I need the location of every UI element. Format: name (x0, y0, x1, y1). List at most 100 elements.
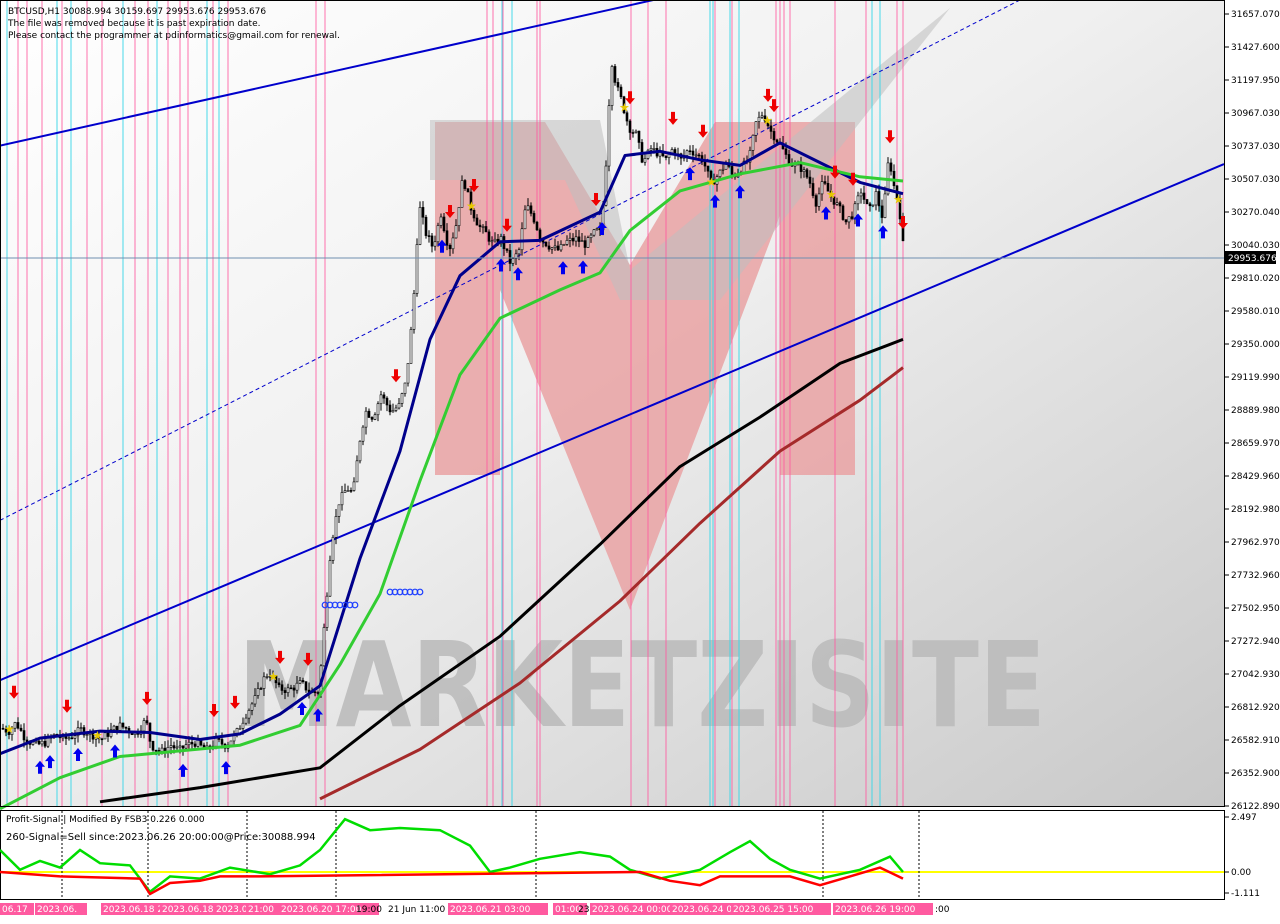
signal-star-icon: ★ (619, 101, 630, 115)
indicator-tick-label: -1.111 (1231, 889, 1260, 899)
candle-body (280, 684, 284, 691)
expiry-notice-1: The file was removed because it is past … (7, 19, 260, 29)
signal-star-icon: ★ (268, 669, 279, 683)
candle-body (355, 460, 359, 483)
signal-star-icon: ★ (893, 192, 904, 206)
candle-body (688, 150, 692, 153)
price-tick-label: 28429.960 (1231, 472, 1280, 482)
candle-body (37, 740, 41, 745)
time-axis-label: 2023.06.26 19:00 (835, 905, 916, 915)
candle-body (556, 245, 560, 251)
price-tick-label: 30507.030 (1231, 175, 1280, 185)
candle-body (337, 504, 341, 517)
candle-body (388, 404, 392, 413)
candle-body (463, 180, 467, 189)
candle-body (253, 695, 257, 705)
candle-body (775, 139, 779, 143)
time-axis-label: 2023.06.25 15:00 (733, 905, 814, 915)
candle-body (346, 490, 350, 492)
candle-body (403, 382, 407, 394)
candle-body (145, 720, 149, 724)
candle-body (841, 205, 845, 220)
signal-star-icon: ★ (826, 188, 837, 202)
candle-body (394, 407, 398, 411)
candle-body (289, 687, 293, 690)
candle-body (643, 158, 647, 163)
candle-body (361, 426, 365, 442)
candle-body (379, 394, 383, 405)
candle-body (823, 181, 827, 184)
price-tick-label: 27042.930 (1231, 670, 1280, 680)
price-tick-label: 30270.040 (1231, 208, 1280, 218)
candle-body (697, 154, 701, 157)
candle-body (838, 202, 842, 207)
price-tick-label: 29580.010 (1231, 307, 1280, 317)
candle-body (16, 722, 20, 729)
candle-body (439, 216, 443, 226)
candle-body (292, 687, 296, 691)
candle-body (349, 490, 353, 492)
candle-body (364, 410, 368, 428)
candle-body (757, 116, 761, 122)
candle-body (664, 155, 668, 158)
candle-body (79, 727, 83, 729)
indicator-title: Profit-Signal | Modified By FSB3 0.226 0… (6, 815, 205, 825)
candle-body (247, 710, 251, 719)
candle-body (847, 216, 851, 223)
candle-body (487, 231, 491, 242)
price-tick-label: 27272.940 (1231, 637, 1280, 647)
price-tick-label: 29810.020 (1231, 274, 1280, 284)
signal-star-icon: ★ (4, 722, 15, 736)
candle-body (835, 202, 839, 205)
candle-body (586, 237, 590, 248)
candle-body (694, 154, 698, 157)
candle-body (583, 240, 587, 248)
candle-body (550, 247, 554, 250)
candle-body (367, 410, 371, 418)
candle-body (256, 688, 260, 696)
candle-body (244, 717, 248, 724)
candle-body (592, 229, 596, 236)
candle-body (124, 726, 128, 729)
candle-body (22, 730, 26, 741)
candle-body (184, 744, 188, 749)
candle-body (43, 740, 47, 747)
candle-body (436, 225, 440, 243)
time-axis-label: 2023.06. (37, 905, 77, 915)
candle-body (457, 207, 461, 227)
candle-body (520, 228, 524, 251)
candle-body (844, 219, 848, 223)
candle-body (358, 440, 362, 462)
price-tick-label: 31657.070 (1231, 10, 1280, 20)
candle-body (241, 722, 245, 729)
candle-body (190, 741, 194, 745)
candle-body (322, 627, 326, 667)
candle-body (874, 191, 878, 206)
candle-body (754, 121, 758, 136)
price-tick-label: 27502.950 (1231, 604, 1280, 614)
candle-body (808, 176, 812, 184)
candle-body (157, 750, 161, 752)
candle-body (859, 192, 863, 197)
candle-body (418, 207, 422, 245)
candle-body (568, 237, 572, 241)
signal-star-icon: ★ (706, 175, 717, 189)
candle-body (493, 238, 497, 242)
indicator-signal-text: 260-Signal=Sell since:2023.06.26 20:00:0… (6, 832, 316, 843)
time-axis-label: 06.17 (2, 905, 28, 915)
candle-body (382, 394, 386, 399)
candle-body (820, 181, 824, 195)
time-axis-label: :00 (935, 905, 950, 915)
price-tick-label: 26122.890 (1231, 802, 1280, 812)
candle-body (406, 363, 410, 384)
candle-body (352, 481, 356, 491)
candle-body (478, 224, 482, 228)
candle-body (802, 169, 806, 172)
candle-body (112, 725, 116, 730)
candle-body (484, 226, 488, 233)
price-tick-label: 26812.920 (1231, 703, 1280, 713)
candle-body (481, 226, 485, 228)
candle-body (544, 241, 548, 247)
candle-body (721, 168, 725, 171)
candle-body (595, 228, 599, 231)
